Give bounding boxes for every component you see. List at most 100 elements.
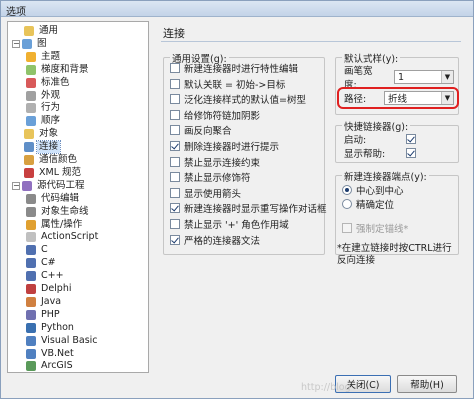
attribute-icon xyxy=(26,219,36,230)
collapse-icon[interactable]: − xyxy=(12,39,20,48)
quick-linker-help-label: 显示帮助: xyxy=(344,149,386,160)
tree-item-label: PHP xyxy=(41,308,60,320)
endpoint-exact-label: 精确定位 xyxy=(356,200,395,211)
endpoint-center-option[interactable]: 中心到中心 xyxy=(342,184,404,197)
general-option[interactable]: 新建连接器时进行特性编辑 xyxy=(170,62,298,75)
tree-item[interactable]: 梯度和背景 xyxy=(26,64,91,76)
option-label: 严格的连接器文法 xyxy=(184,235,261,247)
options-tree[interactable]: 通用 − 图主题 梯度和背景 标准色 外观 行为 顺序 对象 连接 通信颜色 XML 规范 − 源代码工程… xyxy=(7,21,149,373)
tree-item-label: 梯度和背景 xyxy=(41,63,89,75)
quick-linker-help-row: 显示帮助: xyxy=(344,146,420,160)
vb-icon xyxy=(26,335,36,346)
option-checkbox[interactable] xyxy=(170,109,180,120)
tree-item[interactable]: 行为 xyxy=(26,102,62,114)
force-anchor-label: 强制定锚线* xyxy=(356,224,409,235)
tree-item-label: C xyxy=(41,244,48,256)
pen-width-select[interactable]: 1 ▼ xyxy=(394,70,454,84)
endpoint-center-radio[interactable] xyxy=(342,185,352,195)
general-option[interactable]: 禁止显示 '+' 角色作用域 xyxy=(170,218,289,231)
help-button[interactable]: 帮助(H) xyxy=(397,375,457,393)
tree-item-label: 通用 xyxy=(39,25,59,36)
tree-item-label: Delphi xyxy=(41,283,72,294)
tree-item[interactable]: C xyxy=(26,244,50,256)
option-checkbox[interactable] xyxy=(170,63,180,73)
option-checkbox[interactable] xyxy=(170,141,180,151)
tree-item[interactable]: 对象 xyxy=(12,128,60,140)
tree-item[interactable]: VB.Net xyxy=(26,348,76,360)
tree-item[interactable]: 代码编辑 xyxy=(26,193,81,205)
panel-heading: 连接 xyxy=(163,27,185,40)
quick-linker-help-checkbox[interactable] xyxy=(406,148,416,158)
title-bar[interactable]: 选项 xyxy=(1,1,473,18)
comm-color-icon xyxy=(24,155,34,165)
tree-item[interactable]: C# xyxy=(26,257,58,269)
quick-linker-group: 快捷链接器(g): 启动: 显示帮助: xyxy=(335,119,459,163)
tree-item-label: 标准色 xyxy=(41,76,70,88)
general-option[interactable]: 给修饰符链加阴影 xyxy=(170,109,260,122)
tree-item[interactable]: Python xyxy=(26,322,76,334)
theme-icon xyxy=(26,51,36,62)
tree-item[interactable]: 通信颜色 xyxy=(12,154,79,166)
general-option[interactable]: 新建连接器时显示重写操作对话框 xyxy=(170,202,327,216)
tree-item[interactable]: 对象生命线 xyxy=(26,206,91,218)
option-checkbox[interactable] xyxy=(170,94,180,105)
option-label: 默认关联 = 初始->目标 xyxy=(184,79,286,91)
option-label: 显示使用箭头 xyxy=(184,188,242,200)
tree-item[interactable]: 外观 xyxy=(26,90,62,102)
tree-item[interactable]: 顺序 xyxy=(26,115,62,127)
option-checkbox[interactable] xyxy=(170,187,180,198)
quick-linker-enable-checkbox[interactable] xyxy=(406,134,416,144)
general-option[interactable]: 显示使用箭头 xyxy=(170,187,242,200)
chevron-down-icon[interactable]: ▼ xyxy=(441,71,453,83)
tree-item[interactable]: 通用 xyxy=(12,25,60,37)
collapse-icon[interactable]: − xyxy=(12,181,20,190)
force-anchor-checkbox[interactable] xyxy=(342,223,352,233)
ctrl-reverse-note: *在建立链接时按CTRL进行反向连接 xyxy=(337,243,452,266)
connector-icon xyxy=(24,142,34,153)
option-label: 禁止显示连接约束 xyxy=(184,157,261,169)
tree-item-label: 对象生命线 xyxy=(41,205,89,217)
endpoint-exact-option[interactable]: 精确定位 xyxy=(342,198,395,211)
tree-item[interactable]: 属性/操作 xyxy=(26,219,84,231)
general-option[interactable]: 禁止显示修饰符 xyxy=(170,171,251,184)
tree-item[interactable]: C++ xyxy=(26,270,66,282)
general-option[interactable]: 泛化连接样式的默认值=树型 xyxy=(170,93,306,107)
option-checkbox[interactable] xyxy=(170,156,180,167)
option-checkbox[interactable] xyxy=(170,219,180,229)
option-label: 泛化连接样式的默认值=树型 xyxy=(184,95,306,107)
option-checkbox[interactable] xyxy=(170,203,180,214)
tree-item[interactable]: ActionScript xyxy=(26,231,100,243)
quick-linker-enable-row: 启动: xyxy=(344,132,420,146)
tree-item[interactable]: Delphi xyxy=(26,283,74,295)
option-checkbox[interactable] xyxy=(170,172,180,183)
gradient-icon xyxy=(26,64,36,75)
tree-item-label: 代码编辑 xyxy=(41,192,80,204)
tree-item[interactable]: Visual Basic xyxy=(26,335,100,347)
option-label: 新建连接器时显示重写操作对话框 xyxy=(184,204,327,216)
option-checkbox[interactable] xyxy=(170,125,180,136)
force-anchor-option[interactable]: 强制定锚线* xyxy=(342,222,409,235)
general-option[interactable]: 删除连接器时进行提示 xyxy=(170,140,279,153)
tree-item[interactable]: 标准色 xyxy=(26,77,72,89)
general-option[interactable]: 画反向聚合 xyxy=(170,124,232,137)
tree-item[interactable]: PHP xyxy=(26,309,62,321)
tree-item[interactable]: ArcGIS xyxy=(26,360,75,372)
object-icon xyxy=(24,129,34,140)
tree-item-label: 外观 xyxy=(41,89,61,101)
tree-item[interactable]: − 源代码工程 xyxy=(12,180,87,192)
pen-width-row: 画笔宽度: xyxy=(344,66,384,91)
general-option[interactable]: 严格的连接器文法 xyxy=(170,234,261,247)
tree-item[interactable]: − 图 xyxy=(12,38,49,50)
general-option[interactable]: 默认关联 = 初始->目标 xyxy=(170,78,286,91)
tree-item[interactable]: XML 规范 xyxy=(12,167,83,179)
tree-item[interactable]: 连接 xyxy=(12,140,62,155)
general-option[interactable]: 禁止显示连接约束 xyxy=(170,156,261,169)
tree-item[interactable]: 主题 xyxy=(26,51,62,63)
tree-item-label: Java xyxy=(41,295,62,307)
endpoint-exact-radio[interactable] xyxy=(342,199,352,209)
delphi-icon xyxy=(26,284,36,294)
option-checkbox[interactable] xyxy=(170,234,180,245)
option-checkbox[interactable] xyxy=(170,78,180,89)
vbnet-icon xyxy=(26,348,36,359)
tree-item[interactable]: Java xyxy=(26,296,63,308)
